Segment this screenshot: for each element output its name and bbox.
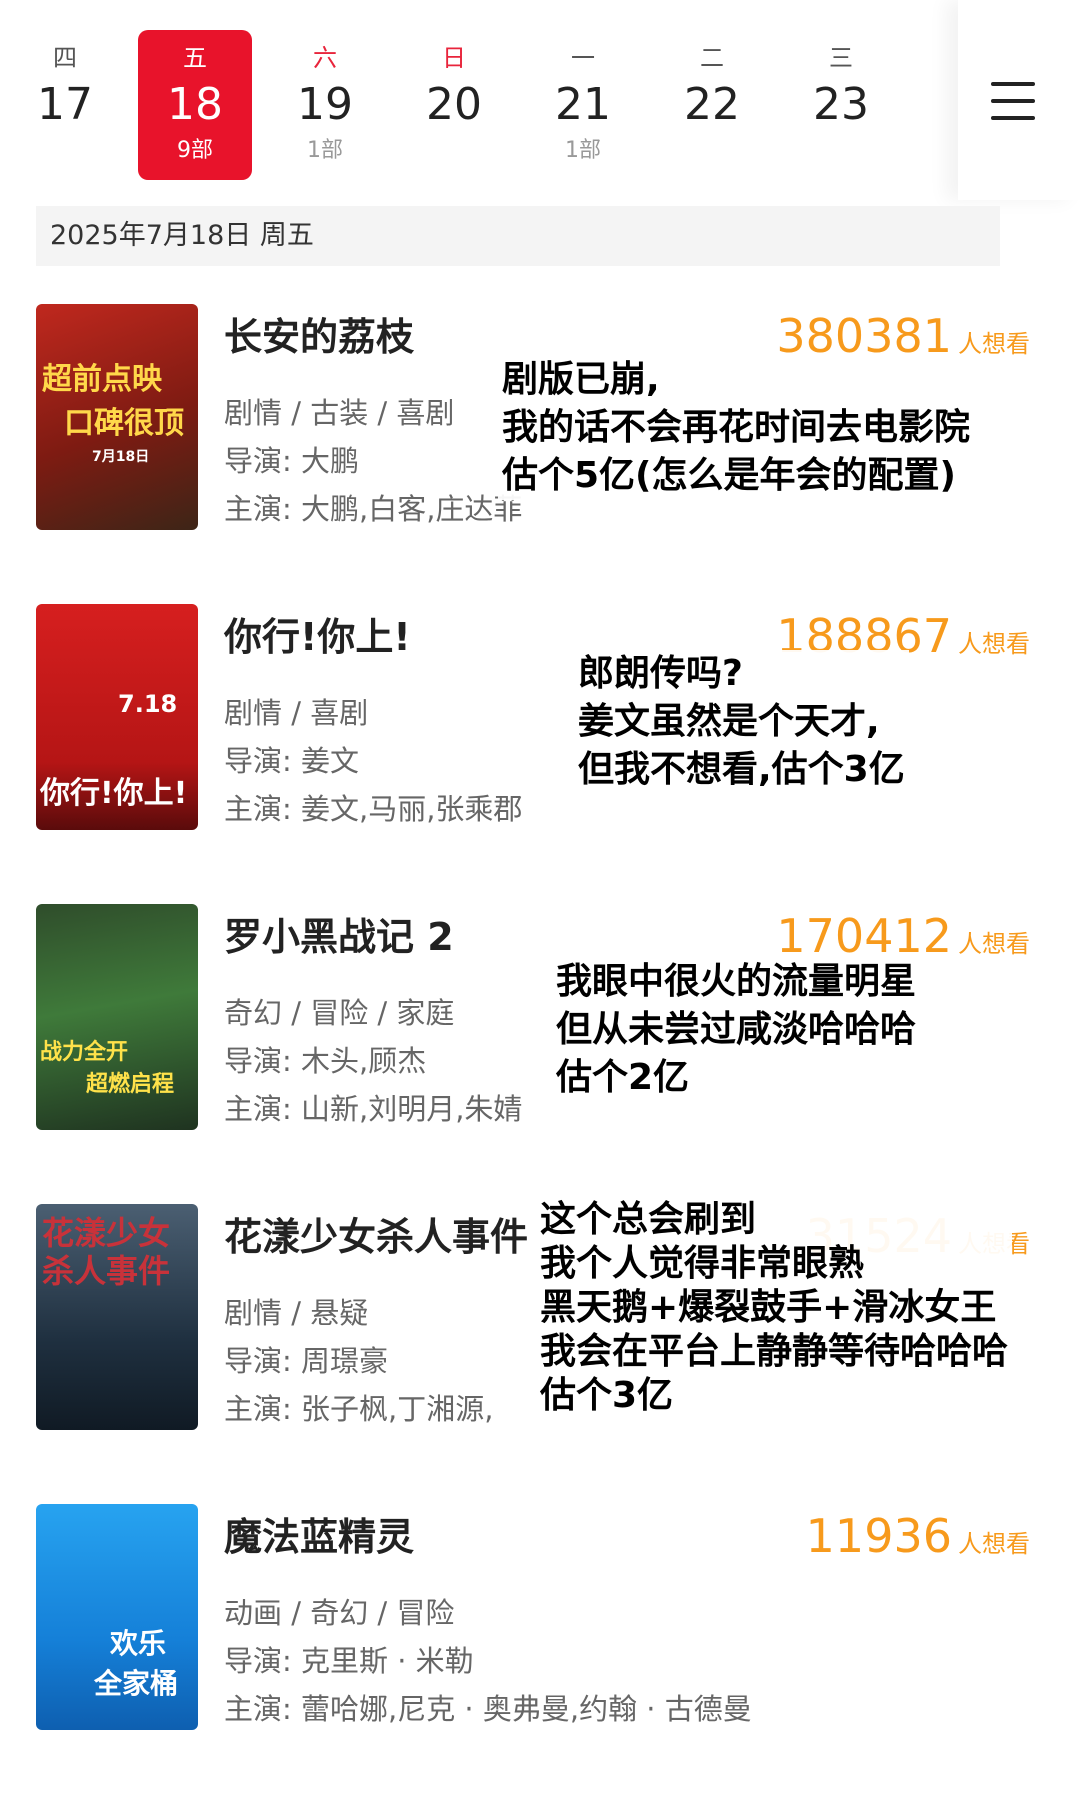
annotation-note: 这个总会刷到 我个人觉得非常眼熟 黑天鹅+爆裂鼓手+滑冰女王 我会在平台上静静等…	[536, 1198, 1013, 1418]
movie-title[interactable]: 你行!你上!	[224, 614, 411, 660]
weekday-label: 一	[571, 44, 595, 72]
movie-poster[interactable]: 超前点映 口碑很顶 7月18日	[36, 304, 198, 530]
day-22[interactable]: 二 22	[655, 30, 769, 180]
note-line: 估个2亿	[556, 1057, 690, 1098]
movie-director: 导演: 姜文	[224, 744, 359, 778]
date-number: 21	[555, 79, 611, 130]
movie-cast: 主演: 蕾哈娜,尼克 · 奥弗曼,约翰 · 古德曼	[224, 1692, 752, 1726]
movie-poster[interactable]: 7.18 你行!你上!	[36, 604, 198, 830]
note-line: 估个5亿(怎么是年会的配置)	[502, 455, 956, 496]
annotation-note: 郎朗传吗? 姜文虽然是个天才, 但我不想看,估个3亿	[574, 650, 909, 794]
note-line: 这个总会刷到	[540, 1199, 757, 1240]
date-header: 2025年7月18日 周五	[36, 206, 1000, 266]
release-count: 1部	[565, 138, 601, 163]
weekday-label: 日	[442, 44, 466, 72]
movie-title[interactable]: 花漾少女杀人事件	[224, 1214, 528, 1260]
day-20[interactable]: 日 20	[397, 30, 511, 180]
note-line: 黑天鹅+爆裂鼓手+滑冰女王	[540, 1287, 997, 1328]
weekday-label: 二	[700, 44, 724, 72]
poster-text: 7月18日	[92, 449, 150, 465]
release-count: 1部	[307, 138, 343, 163]
movie-row[interactable]: 欢乐 全家桶 魔法蓝精灵 11936 人想看 动画 / 奇幻 / 冒险 导演: 克…	[0, 1504, 1080, 1734]
poster-text: 你行!你上!	[40, 776, 188, 811]
date-number: 17	[37, 79, 93, 130]
movie-title[interactable]: 罗小黑战记 2	[224, 914, 454, 960]
note-line: 姜文虽然是个天才,	[578, 701, 880, 742]
movie-genre: 剧情 / 古装 / 喜剧	[224, 396, 455, 430]
movie-row[interactable]: 战力全开 超燃启程 罗小黑战记 2 170412 人想看 奇幻 / 冒险 / 家庭…	[0, 904, 1080, 1134]
poster-text: 欢乐	[110, 1627, 167, 1660]
want-suffix: 人想看	[958, 630, 1030, 658]
movie-title[interactable]: 长安的荔枝	[224, 314, 414, 360]
poster-text: 超燃启程	[86, 1072, 175, 1097]
movie-row[interactable]: 花漾少女 杀人事件 花漾少女杀人事件 31524人想看 剧情 / 悬疑 导演: …	[0, 1198, 1080, 1434]
menu-button[interactable]	[958, 0, 1080, 200]
note-line: 剧版已崩,	[502, 359, 660, 400]
movie-genre: 动画 / 奇幻 / 冒险	[224, 1596, 455, 1630]
weekday-label: 六	[313, 44, 337, 72]
annotation-note: 我眼中很火的流量明星 但从未尝过咸淡哈哈哈 估个2亿	[552, 958, 921, 1102]
day-17[interactable]: 四 17	[8, 30, 122, 180]
weekday-label: 三	[829, 44, 853, 72]
weekday-label: 四	[53, 44, 77, 72]
movie-director: 导演: 周璟豪	[224, 1344, 388, 1378]
note-line: 我个人觉得非常眼熟	[540, 1243, 865, 1284]
movie-cast: 主演: 大鹏,白客,庄达菲	[224, 492, 523, 526]
movie-cast: 主演: 山新,刘明月,朱婧	[224, 1092, 523, 1126]
note-line: 我眼中很火的流量明星	[556, 961, 917, 1002]
want-to-see: 380381 人想看	[776, 310, 1030, 362]
movie-title[interactable]: 魔法蓝精灵	[224, 1514, 414, 1560]
date-header-text: 2025年7月18日 周五	[50, 220, 314, 251]
movie-poster[interactable]: 花漾少女 杀人事件	[36, 1204, 198, 1430]
note-line: 我会在平台上静静等待哈哈哈	[540, 1331, 1009, 1372]
day-18[interactable]: 五 18 9部	[138, 30, 252, 180]
movie-genre: 剧情 / 悬疑	[224, 1296, 369, 1330]
note-line: 估个3亿	[540, 1375, 674, 1416]
release-count: 9部	[177, 138, 213, 163]
date-number: 20	[426, 79, 482, 130]
movie-cast: 主演: 姜文,马丽,张乘郡	[224, 792, 523, 826]
weekday-label: 五	[183, 44, 207, 72]
movie-cast: 主演: 张子枫,丁湘源,	[224, 1392, 494, 1426]
want-suffix: 人想看	[958, 330, 1030, 358]
poster-text: 7.18	[118, 690, 178, 718]
date-number: 23	[813, 79, 869, 130]
want-count: 11936	[805, 1509, 952, 1563]
movie-genre: 剧情 / 喜剧	[224, 696, 369, 730]
movie-poster[interactable]: 欢乐 全家桶	[36, 1504, 198, 1730]
note-line: 我的话不会再花时间去电影院	[502, 407, 971, 448]
movie-director: 导演: 木头,顾杰	[224, 1044, 427, 1078]
day-23[interactable]: 三 23	[784, 30, 898, 180]
poster-text: 全家桶	[94, 1667, 179, 1700]
movie-genre: 奇幻 / 冒险 / 家庭	[224, 996, 455, 1030]
day-19[interactable]: 六 19 1部	[268, 30, 382, 180]
annotation-note: 剧版已崩, 我的话不会再花时间去电影院 估个5亿(怎么是年会的配置)	[498, 356, 975, 500]
date-strip: 四 17 五 18 9部 六 19 1部 日 20 一 21 1部 二 22 三…	[0, 0, 1080, 200]
poster-text: 口碑很顶	[64, 406, 184, 441]
note-line: 但我不想看,估个3亿	[578, 749, 905, 790]
want-suffix: 人想看	[958, 930, 1030, 958]
date-number: 22	[684, 79, 740, 130]
movie-director: 导演: 大鹏	[224, 444, 359, 478]
date-number: 18	[167, 79, 223, 130]
want-count: 170412	[776, 909, 952, 963]
poster-text: 杀人事件	[42, 1252, 171, 1290]
poster-text: 战力全开	[40, 1040, 129, 1065]
movie-director: 导演: 克里斯 · 米勒	[224, 1644, 474, 1678]
note-line: 但从未尝过咸淡哈哈哈	[556, 1009, 917, 1050]
note-line: 郎朗传吗?	[578, 653, 743, 694]
want-suffix: 人想看	[958, 1530, 1030, 1558]
poster-text: 超前点映	[42, 362, 162, 397]
day-21[interactable]: 一 21 1部	[526, 30, 640, 180]
want-to-see: 170412 人想看	[776, 910, 1030, 962]
movie-row[interactable]: 7.18 你行!你上! 你行!你上! 188867 人想看 剧情 / 喜剧 导演:…	[0, 604, 1080, 834]
date-number: 19	[297, 79, 353, 130]
movie-poster[interactable]: 战力全开 超燃启程	[36, 904, 198, 1130]
want-to-see: 11936 人想看	[806, 1510, 1030, 1562]
want-count: 380381	[776, 309, 952, 363]
movie-row[interactable]: 超前点映 口碑很顶 7月18日 长安的荔枝 380381 人想看 剧情 / 古装 …	[0, 304, 1080, 534]
